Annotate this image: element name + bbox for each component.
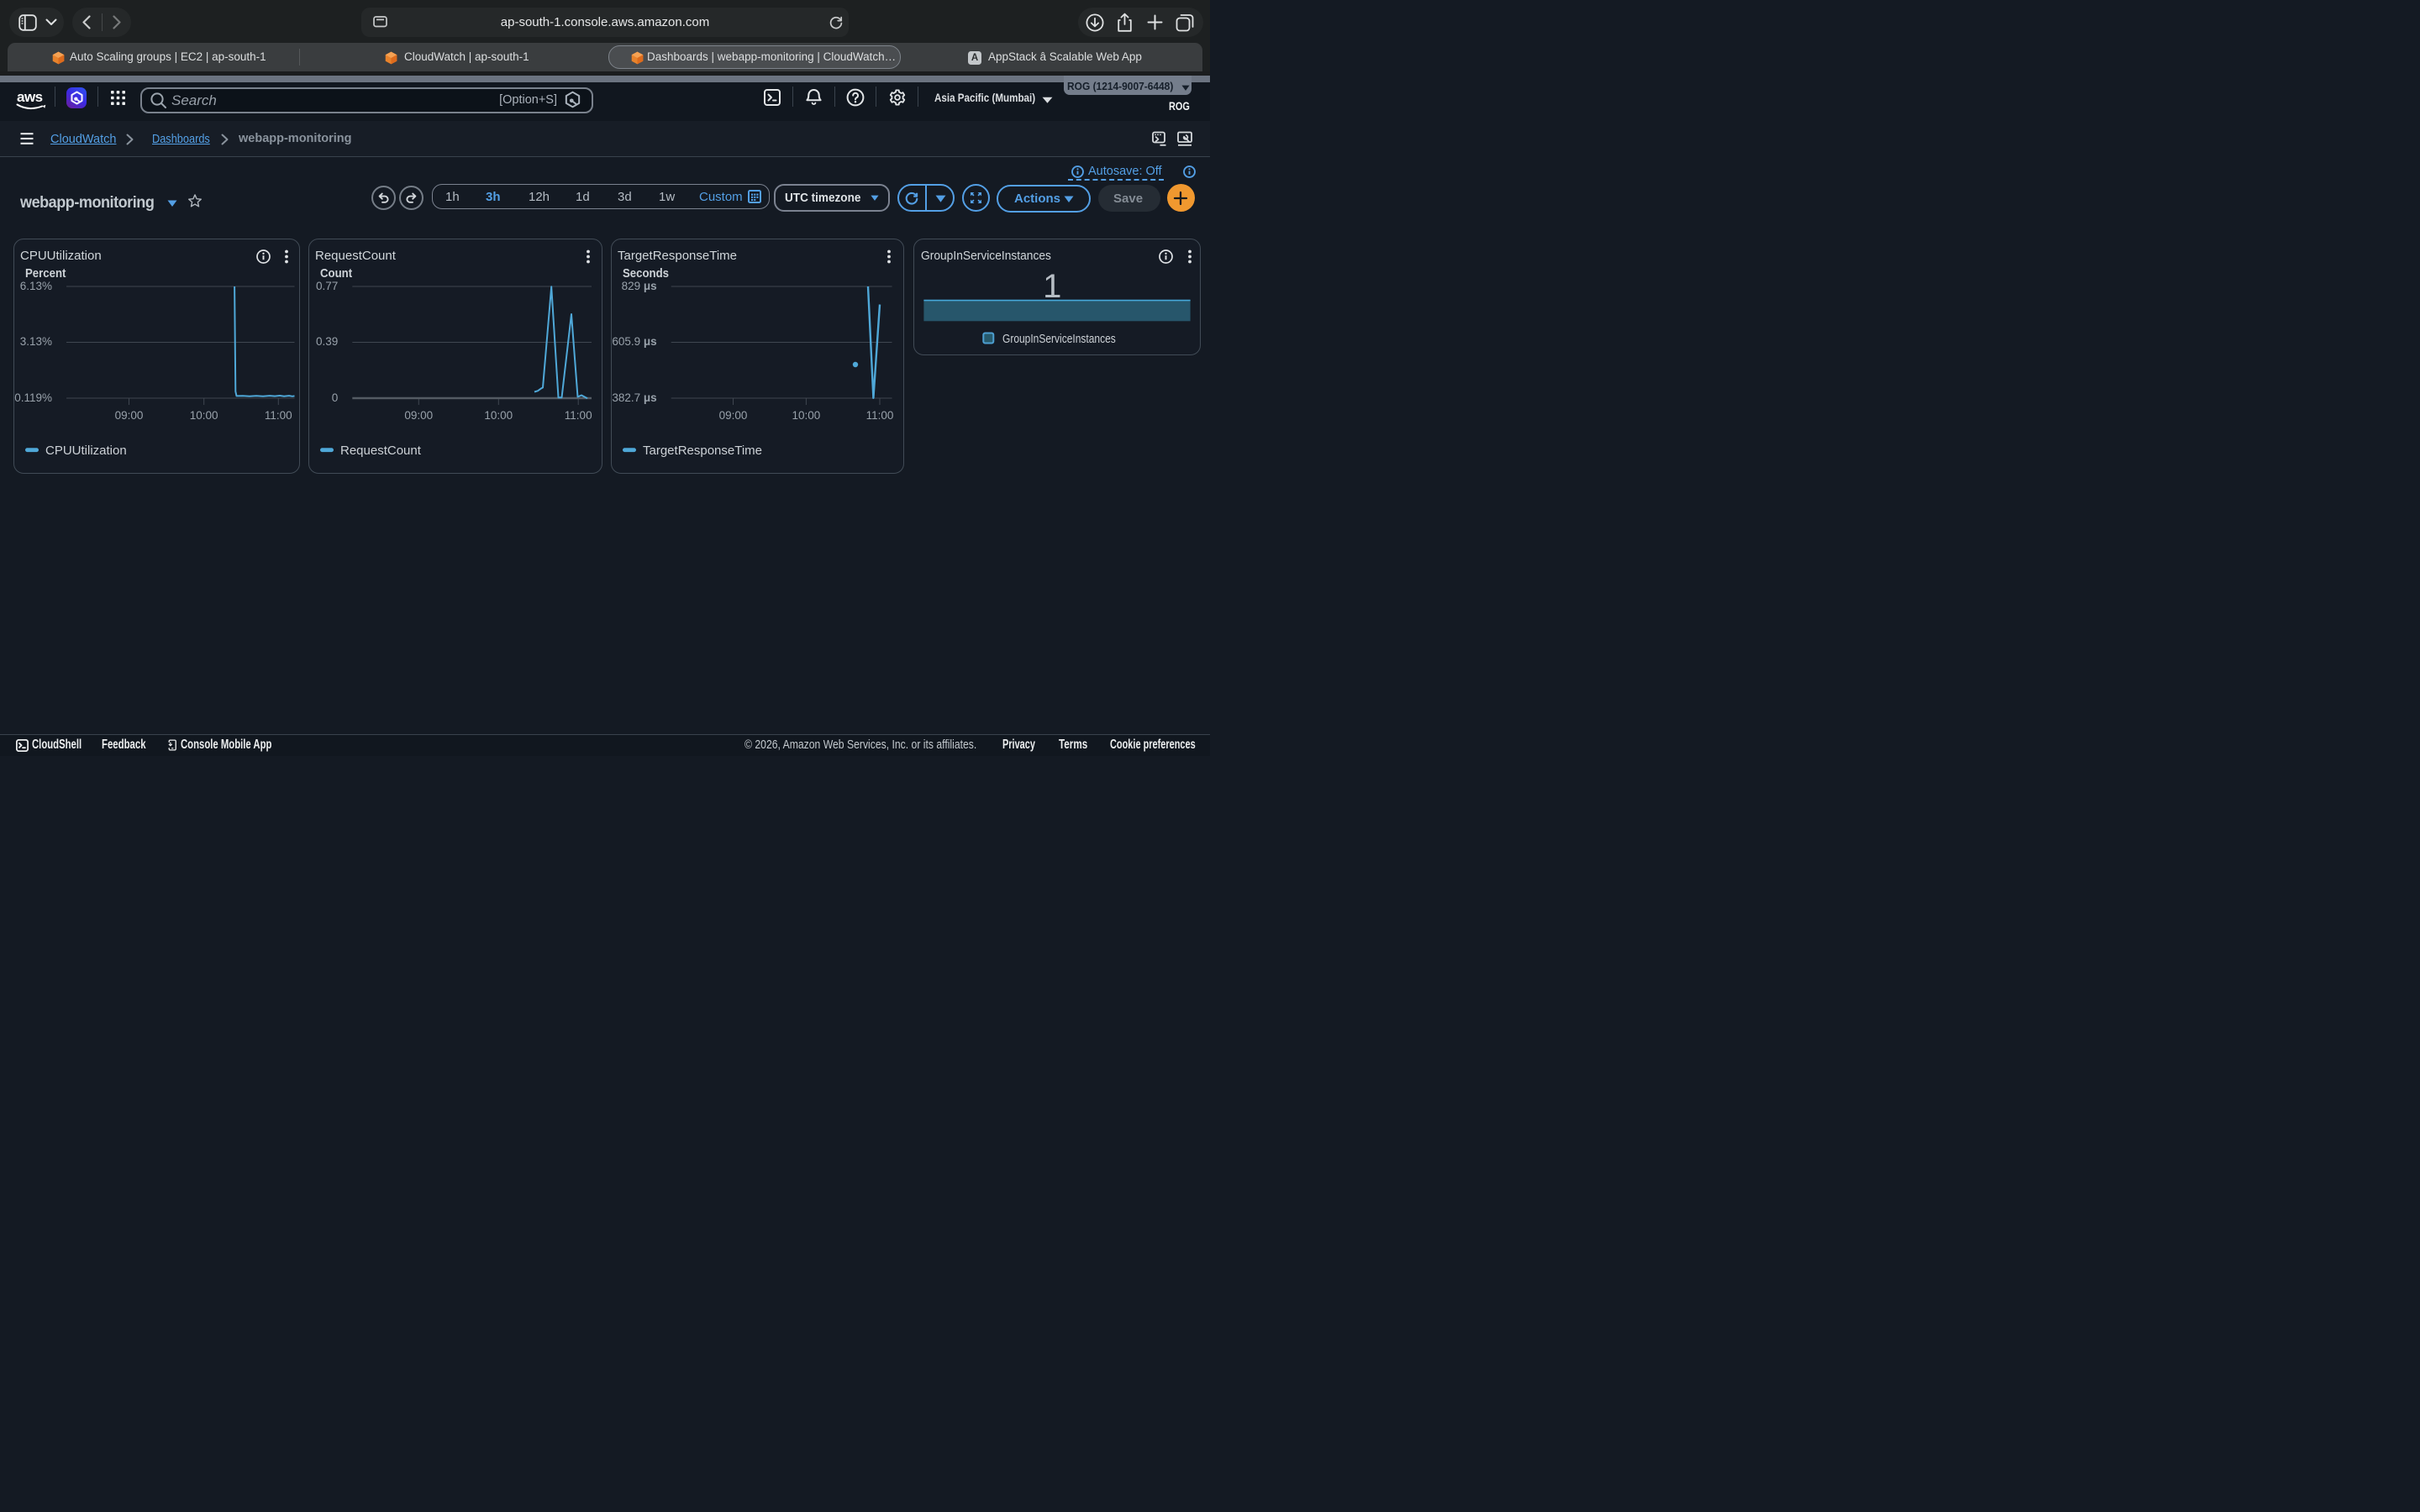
svg-text:1: 1	[1043, 268, 1061, 305]
